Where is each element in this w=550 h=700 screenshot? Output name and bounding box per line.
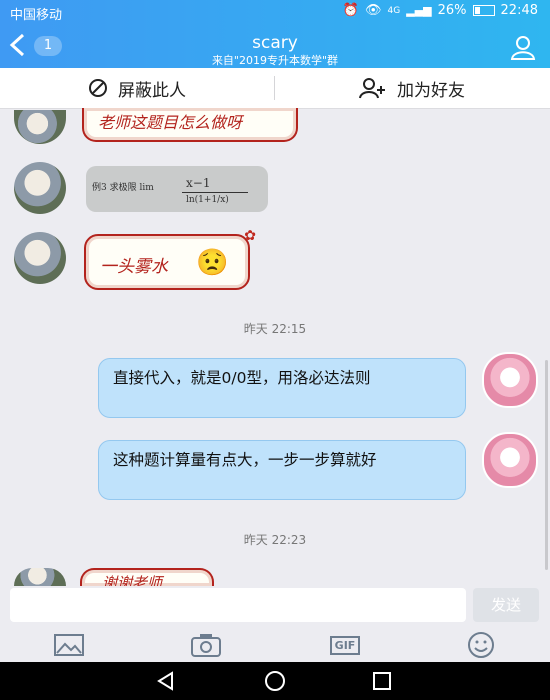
- avatar[interactable]: [482, 352, 538, 408]
- status-icons: ⏰ 👁 4G ▂▄▆ 26% 22:48: [343, 3, 538, 18]
- sent-message[interactable]: 这种题计算量有点大，一步一步算就好: [98, 440, 466, 500]
- timestamp: 昨天 22:15: [243, 322, 307, 336]
- flower-icon: ✿: [244, 228, 256, 244]
- formula-line: [182, 192, 248, 193]
- nav-recents-button[interactable]: [362, 662, 402, 700]
- send-button[interactable]: 发送: [473, 588, 539, 622]
- avatar[interactable]: [14, 110, 66, 144]
- image-message[interactable]: 例3 求极限 lim x−1 ln(1+1/x): [86, 166, 268, 212]
- sent-message[interactable]: 直接代入，就是0/0型，用洛必达法则: [98, 358, 466, 418]
- add-friend-button[interactable]: 加为好友: [275, 68, 549, 108]
- clock: 22:48: [500, 3, 538, 18]
- sticker-message[interactable]: 谢谢老师: [80, 568, 214, 586]
- network-label: 4G: [387, 5, 401, 16]
- add-friend-label: 加为好友: [397, 80, 465, 101]
- add-user-icon: [359, 78, 385, 99]
- square-recents-icon: [373, 672, 391, 690]
- sticker-message[interactable]: 老师这题目怎么做呀: [82, 108, 298, 142]
- camera-button[interactable]: [186, 630, 226, 660]
- message-input[interactable]: [10, 588, 466, 622]
- battery-icon: [472, 5, 495, 16]
- user-icon: [510, 36, 536, 60]
- worried-face-icon: 😟: [196, 248, 229, 278]
- formula-denominator: ln(1+1/x): [186, 195, 229, 205]
- avatar[interactable]: [482, 432, 538, 488]
- carrier-label: 中国移动: [10, 8, 63, 23]
- gif-icon: GIF: [329, 635, 361, 655]
- nav-back-button[interactable]: [146, 662, 186, 700]
- circle-home-icon: [265, 671, 285, 691]
- signal-icon: ▂▄▆: [406, 4, 432, 17]
- block-user-label: 屏蔽此人: [118, 80, 186, 101]
- avatar[interactable]: [14, 568, 66, 586]
- camera-icon: [191, 634, 221, 657]
- chat-subtitle: 来自"2019专升本数学"群: [211, 54, 339, 67]
- sticker-message[interactable]: 一头雾水 😟 ✿: [84, 228, 256, 290]
- block-icon: [89, 79, 107, 97]
- emoji-button[interactable]: [461, 630, 501, 660]
- profile-button[interactable]: [510, 34, 536, 64]
- sticker-text: 一头雾水: [100, 257, 168, 277]
- timestamp: 昨天 22:23: [243, 533, 307, 547]
- avatar[interactable]: [14, 162, 66, 214]
- avatar[interactable]: [14, 232, 66, 284]
- chat-title: scary: [252, 33, 298, 53]
- action-bar: 屏蔽此人 加为好友: [0, 68, 550, 109]
- smiley-icon: [468, 632, 494, 658]
- eye-icon: 👁: [365, 3, 382, 18]
- alarm-icon: ⏰: [342, 3, 360, 18]
- block-user-button[interactable]: 屏蔽此人: [0, 68, 274, 108]
- triangle-back-icon: [157, 671, 173, 691]
- status-bar: 中国移动 ⏰ 👁 4G ▂▄▆ 26% 22:48: [0, 0, 550, 24]
- formula-fraction: x−1: [186, 176, 211, 190]
- gif-button[interactable]: GIF: [323, 630, 367, 660]
- photo-button[interactable]: [49, 630, 89, 660]
- nav-home-button[interactable]: [255, 662, 295, 700]
- image-caption: 例3 求极限 lim: [92, 183, 154, 193]
- battery-percent: 26%: [437, 3, 467, 18]
- scrollbar[interactable]: [545, 360, 548, 570]
- image-icon: [54, 634, 84, 656]
